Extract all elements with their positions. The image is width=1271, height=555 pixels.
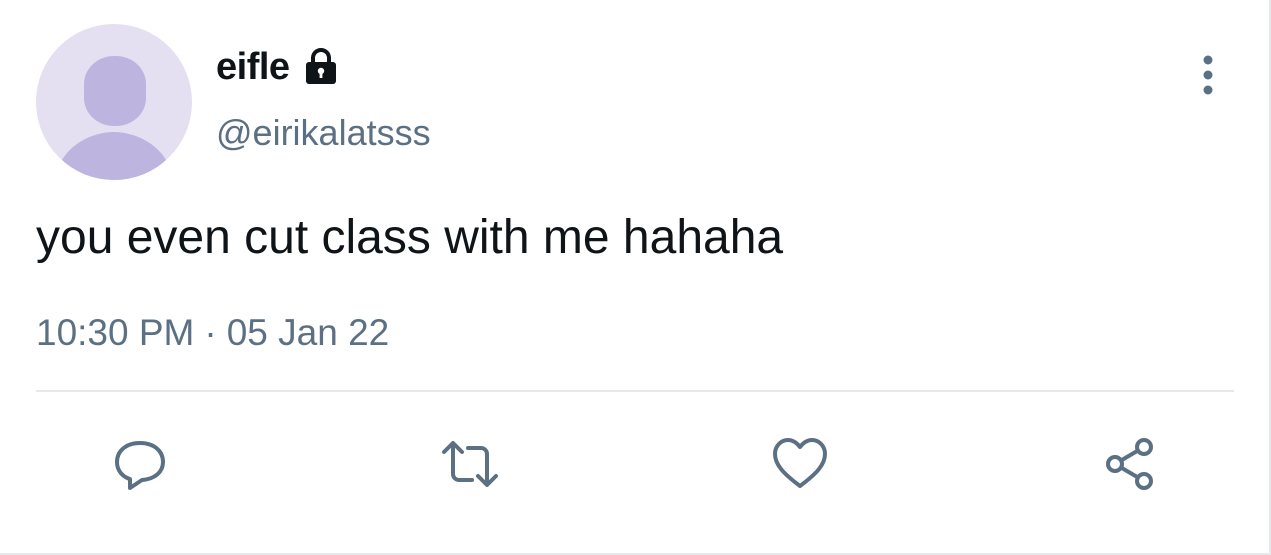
reply-button[interactable] [108, 432, 172, 496]
default-avatar-icon [54, 56, 174, 180]
meta-separator: · [204, 312, 217, 353]
display-name-row: eifle [216, 44, 342, 90]
tweet-date: 05 Jan 22 [226, 312, 390, 353]
reply-icon [115, 441, 165, 490]
retweet-icon [442, 441, 498, 487]
display-name[interactable]: eifle [216, 46, 290, 89]
heart-icon [773, 438, 827, 488]
tweet-timestamp[interactable]: 10:30 PM · 05 Jan 22 [36, 312, 389, 354]
tweet-text: you even cut class with me hahaha [36, 211, 784, 264]
divider [36, 390, 1234, 392]
share-icon [1106, 438, 1153, 490]
more-vertical-icon[interactable] [1188, 52, 1228, 98]
lock-icon [300, 46, 342, 88]
tweet-card: eifle @eirikalatsss you even cut class w… [0, 0, 1271, 555]
like-button[interactable] [768, 432, 832, 496]
avatar[interactable] [36, 24, 192, 180]
user-handle[interactable]: @eirikalatsss [216, 112, 431, 154]
tweet-time: 10:30 PM [36, 312, 195, 353]
share-button[interactable] [1098, 432, 1162, 496]
retweet-button[interactable] [438, 432, 502, 496]
